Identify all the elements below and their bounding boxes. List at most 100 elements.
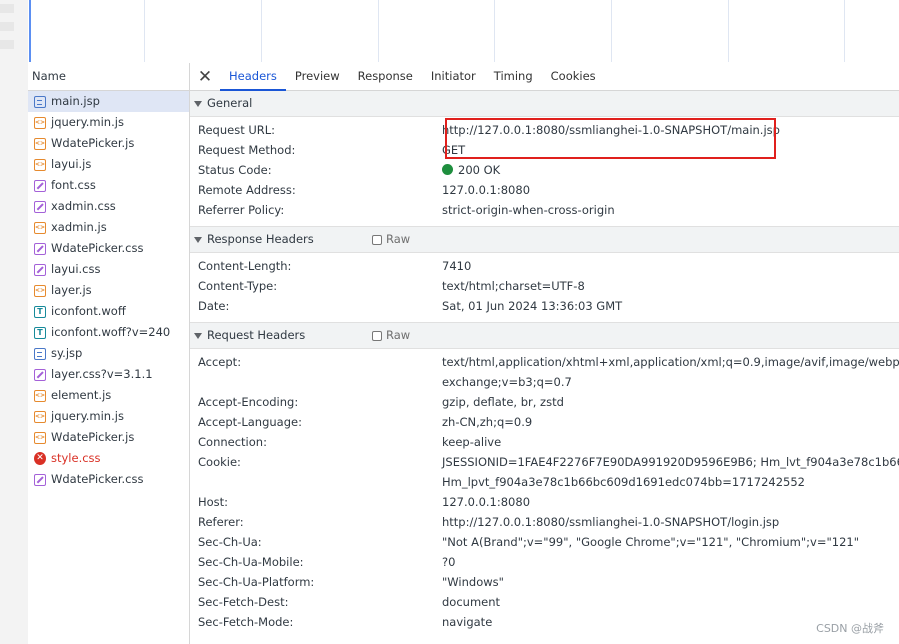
header-key: Connection: xyxy=(198,435,267,449)
request-list-item[interactable]: <> layer.js xyxy=(28,280,189,301)
header-row: Content-Type: text/html;charset=UTF-8 xyxy=(190,276,899,296)
tab-headers[interactable]: Headers xyxy=(220,63,286,91)
request-url-value: http://127.0.0.1:8080/ssmlianghei-1.0-SN… xyxy=(442,123,780,137)
timeline-cursor[interactable] xyxy=(29,0,31,62)
request-list-item[interactable]: Ticonfont.woff xyxy=(28,301,189,322)
request-list-item[interactable]: <> jquery.min.js xyxy=(28,406,189,427)
remote-address-value: 127.0.0.1:8080 xyxy=(442,183,531,197)
timeline-grid-line xyxy=(844,0,845,62)
header-key: Remote Address: xyxy=(198,183,296,197)
request-name: font.css xyxy=(51,178,96,192)
raw-checkbox-label[interactable]: Raw xyxy=(386,227,410,252)
document-icon xyxy=(34,347,46,360)
tab-preview[interactable]: Preview xyxy=(286,63,349,90)
header-row: Remote Address: 127.0.0.1:8080 xyxy=(190,180,899,200)
response-headers-section-header[interactable]: Response Headers Raw xyxy=(190,226,899,253)
header-value-line: text/html,application/xhtml+xml,applicat… xyxy=(442,355,899,369)
stylesheet-icon xyxy=(34,242,46,255)
header-key: Sec-Ch-Ua-Platform: xyxy=(198,575,315,589)
header-value: 127.0.0.1:8080 xyxy=(442,495,531,509)
header-value: text/html;charset=UTF-8 xyxy=(442,279,585,293)
request-list-item[interactable]: <> WdatePicker.js xyxy=(28,133,189,154)
section-title: Request Headers xyxy=(207,328,306,342)
general-section-header[interactable]: General xyxy=(190,91,899,117)
name-column-header[interactable]: Name xyxy=(28,63,189,91)
response-headers-body: Content-Length: 7410 Content-Type: text/… xyxy=(190,253,899,322)
script-icon: <> xyxy=(34,431,46,444)
request-name: xadmin.css xyxy=(51,199,116,213)
header-row: Sec-Ch-Ua: "Not A(Brand";v="99", "Google… xyxy=(190,532,899,552)
request-name: WdatePicker.css xyxy=(51,241,144,255)
caret-down-icon[interactable] xyxy=(194,236,202,243)
header-value: http://127.0.0.1:8080/ssmlianghei-1.0-SN… xyxy=(442,515,780,529)
stylesheet-icon xyxy=(34,473,46,486)
tab-initiator[interactable]: Initiator xyxy=(422,63,485,90)
header-key: Host: xyxy=(198,495,229,509)
script-icon: <> xyxy=(34,137,46,150)
stylesheet-icon xyxy=(34,263,46,276)
request-name: main.jsp xyxy=(51,94,100,108)
request-list-item[interactable]: main.jsp xyxy=(28,91,189,112)
left-gutter xyxy=(0,0,29,644)
timeline-grid-line xyxy=(144,0,145,62)
request-list-item[interactable]: WdatePicker.css xyxy=(28,469,189,490)
error-icon: ✕ xyxy=(34,452,46,465)
header-key: Accept-Encoding: xyxy=(198,395,299,409)
stylesheet-icon xyxy=(34,179,46,192)
request-headers-section-header[interactable]: Request Headers Raw xyxy=(190,322,899,349)
header-key: Content-Length: xyxy=(198,259,292,273)
request-details-panel: ✕ Headers Preview Response Initiator Tim… xyxy=(190,63,899,644)
request-list-item[interactable]: xadmin.css xyxy=(28,196,189,217)
request-name: jquery.min.js xyxy=(51,115,124,129)
timeline-grid-line xyxy=(261,0,262,62)
tab-response[interactable]: Response xyxy=(349,63,422,90)
header-key: Date: xyxy=(198,299,230,313)
caret-down-icon[interactable] xyxy=(194,332,202,339)
request-name: layer.css?v=3.1.1 xyxy=(51,367,153,381)
request-list-item[interactable]: <> element.js xyxy=(28,385,189,406)
request-name: layer.js xyxy=(51,283,92,297)
watermark: CSDN @战斧 xyxy=(816,622,884,635)
tab-timing[interactable]: Timing xyxy=(485,63,542,90)
request-list-item[interactable]: <> jquery.min.js xyxy=(28,112,189,133)
header-row: Content-Length: 7410 xyxy=(190,256,899,276)
header-key: Status Code: xyxy=(198,163,272,177)
header-value: navigate xyxy=(442,615,493,629)
header-row: Date: Sat, 01 Jun 2024 13:36:03 GMT xyxy=(190,296,899,316)
timeline-grid-line xyxy=(611,0,612,62)
raw-checkbox[interactable] xyxy=(372,330,382,341)
request-list-item[interactable]: <> WdatePicker.js xyxy=(28,427,189,448)
header-key: Accept: xyxy=(198,355,242,369)
network-timeline-overview[interactable] xyxy=(28,0,899,64)
request-list-item[interactable]: <> xadmin.js xyxy=(28,217,189,238)
header-value: 7410 xyxy=(442,259,472,273)
header-row: Status Code: 200 OK xyxy=(190,160,899,180)
header-key: Sec-Ch-Ua-Mobile: xyxy=(198,555,304,569)
request-name: style.css xyxy=(51,451,101,465)
timeline-grid-line xyxy=(728,0,729,62)
request-list-item[interactable]: <> layui.js xyxy=(28,154,189,175)
font-icon: T xyxy=(34,305,46,318)
close-icon[interactable]: ✕ xyxy=(190,63,220,90)
request-name: iconfont.woff?v=240 xyxy=(51,325,171,339)
request-name: element.js xyxy=(51,388,112,402)
header-row: Request Method: GET xyxy=(190,140,899,160)
request-list-item[interactable]: sy.jsp xyxy=(28,343,189,364)
request-list-item[interactable]: layui.css xyxy=(28,259,189,280)
request-list-item[interactable]: layer.css?v=3.1.1 xyxy=(28,364,189,385)
gutter-mark xyxy=(0,22,14,31)
raw-checkbox-label[interactable]: Raw xyxy=(386,323,410,348)
header-key: Request Method: xyxy=(198,143,296,157)
header-value: ?0 xyxy=(442,555,456,569)
tab-cookies[interactable]: Cookies xyxy=(542,63,605,90)
request-headers-body: Accept: text/html,application/xhtml+xml,… xyxy=(190,349,899,638)
request-list-item[interactable]: WdatePicker.css xyxy=(28,238,189,259)
request-list-item[interactable]: ✕ style.css xyxy=(28,448,189,469)
header-key: Accept-Language: xyxy=(198,415,302,429)
request-list-item[interactable]: Ticonfont.woff?v=240 xyxy=(28,322,189,343)
caret-down-icon[interactable] xyxy=(194,100,202,107)
raw-checkbox[interactable] xyxy=(372,234,382,245)
request-list-item[interactable]: font.css xyxy=(28,175,189,196)
document-icon xyxy=(34,95,46,108)
header-row: Accept-Language: zh-CN,zh;q=0.9 xyxy=(190,412,899,432)
